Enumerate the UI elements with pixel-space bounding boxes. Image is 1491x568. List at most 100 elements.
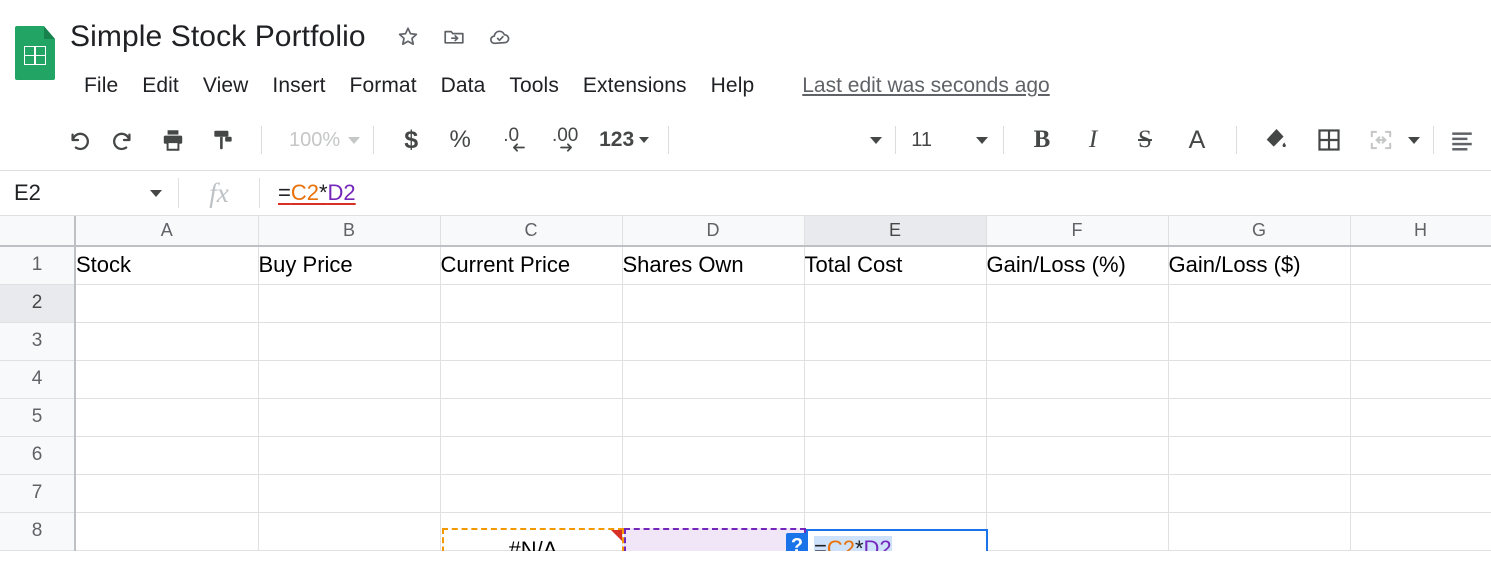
name-box[interactable]: E2 [0,171,178,215]
cell-b6[interactable] [258,436,441,475]
cell-b5[interactable] [258,398,441,437]
cell-f7[interactable] [986,474,1169,513]
row-header-3[interactable]: 3 [0,322,76,361]
cell-f6[interactable] [986,436,1169,475]
cell-f8[interactable] [986,512,1169,551]
cell-h8[interactable] [1350,512,1491,551]
row-header-7[interactable]: 7 [0,474,76,513]
document-title[interactable]: Simple Stock Portfolio [70,20,366,54]
cell-h5[interactable] [1350,398,1491,437]
cell-h7[interactable] [1350,474,1491,513]
cell-e2[interactable] [804,284,987,323]
currency-format-button[interactable]: $ [387,120,435,160]
column-header-e[interactable]: E [804,216,987,247]
cell-a6[interactable] [75,436,259,475]
cell-g3[interactable] [1168,322,1351,361]
menu-item-data[interactable]: Data [429,74,498,98]
cell-c6[interactable] [440,436,623,475]
menu-item-extensions[interactable]: Extensions [571,74,699,98]
select-all-corner[interactable] [0,216,76,247]
cell-d8[interactable] [622,512,805,551]
cell-e4[interactable] [804,360,987,399]
cell-f2[interactable] [986,284,1169,323]
menu-item-help[interactable]: Help [699,74,767,98]
row-header-4[interactable]: 4 [0,360,76,399]
percent-format-button[interactable]: % [435,120,485,160]
menu-item-tools[interactable]: Tools [497,74,571,98]
column-header-b[interactable]: B [258,216,441,247]
cell-e3[interactable] [804,322,987,361]
column-header-h[interactable]: H [1350,216,1491,247]
cell-e1[interactable]: Total Cost [804,246,987,285]
merge-cells-icon[interactable] [1356,120,1406,160]
undo-icon[interactable] [56,120,100,160]
cell-g8[interactable] [1168,512,1351,551]
chevron-down-icon[interactable] [1408,136,1420,144]
fill-color-icon[interactable] [1250,120,1302,160]
cell-g6[interactable] [1168,436,1351,475]
cell-b7[interactable] [258,474,441,513]
cell-b8[interactable] [258,512,441,551]
column-header-f[interactable]: F [986,216,1169,247]
cell-a4[interactable] [75,360,259,399]
cell-b3[interactable] [258,322,441,361]
cell-e8[interactable] [804,512,987,551]
cell-e5[interactable] [804,398,987,437]
menu-item-insert[interactable]: Insert [260,74,337,98]
column-header-c[interactable]: C [440,216,623,247]
cell-e7[interactable] [804,474,987,513]
cell-c2[interactable] [440,284,623,323]
cell-g4[interactable] [1168,360,1351,399]
cell-e6[interactable] [804,436,987,475]
cell-b4[interactable] [258,360,441,399]
cell-h3[interactable] [1350,322,1491,361]
paint-format-icon[interactable] [198,120,248,160]
cell-c4[interactable] [440,360,623,399]
row-header-6[interactable]: 6 [0,436,76,475]
borders-icon[interactable] [1302,120,1356,160]
cell-c1[interactable]: Current Price [440,246,623,285]
cell-h6[interactable] [1350,436,1491,475]
formula-input[interactable]: =C2*D2 [260,180,1491,206]
font-size-selector[interactable]: 11 [909,129,990,152]
last-edit-status[interactable]: Last edit was seconds ago [802,74,1050,98]
cell-f4[interactable] [986,360,1169,399]
italic-button[interactable]: I [1067,120,1119,160]
cell-g7[interactable] [1168,474,1351,513]
redo-icon[interactable] [100,120,148,160]
cell-d1[interactable]: Shares Own [622,246,805,285]
column-header-d[interactable]: D [622,216,805,247]
cell-a2[interactable] [75,284,259,323]
spreadsheet-grid[interactable]: A B C D E F G H 1 Stock Buy Price Curren… [0,216,1491,551]
menu-item-edit[interactable]: Edit [130,74,191,98]
move-to-folder-icon[interactable] [442,25,466,49]
cell-b2[interactable] [258,284,441,323]
menu-item-file[interactable]: File [70,74,130,98]
cell-d6[interactable] [622,436,805,475]
column-header-g[interactable]: G [1168,216,1351,247]
cell-d4[interactable] [622,360,805,399]
cell-c7[interactable] [440,474,623,513]
cell-a8[interactable] [75,512,259,551]
row-header-2[interactable]: 2 [0,284,76,323]
number-format-button[interactable]: 123 [593,120,655,160]
cell-g1[interactable]: Gain/Loss ($) [1168,246,1351,285]
cell-h2[interactable] [1350,284,1491,323]
cell-d7[interactable] [622,474,805,513]
cell-a1[interactable]: Stock [75,246,259,285]
cell-f3[interactable] [986,322,1169,361]
cell-g2[interactable] [1168,284,1351,323]
horizontal-align-icon[interactable] [1447,120,1477,160]
cell-a5[interactable] [75,398,259,437]
row-header-1[interactable]: 1 [0,246,76,285]
menu-item-view[interactable]: View [191,74,261,98]
cell-d3[interactable] [622,322,805,361]
decrease-decimal-button[interactable]: .0 [485,120,537,160]
strikethrough-button[interactable]: S [1119,120,1171,160]
row-header-5[interactable]: 5 [0,398,76,437]
cell-h1[interactable] [1350,246,1491,285]
cell-d2[interactable] [622,284,805,323]
text-color-button[interactable]: A [1171,120,1223,160]
star-icon[interactable] [396,25,420,49]
print-icon[interactable] [148,120,198,160]
